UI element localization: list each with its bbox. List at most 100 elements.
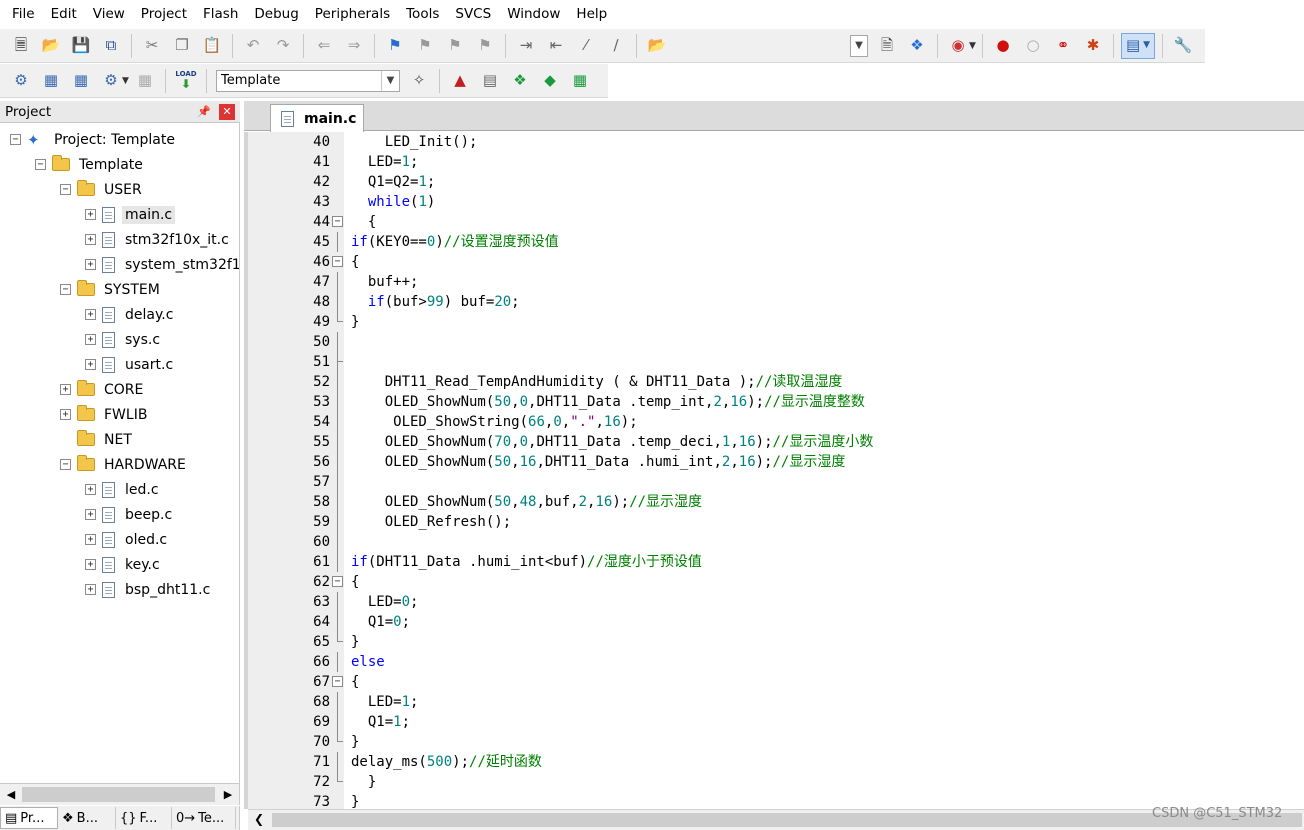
menu-flash[interactable]: Flash: [195, 0, 246, 29]
project-horizontal-scrollbar[interactable]: ◀ ▶: [0, 783, 240, 805]
tree-folder-item[interactable]: − USER: [60, 177, 145, 202]
menu-tools[interactable]: Tools: [398, 0, 447, 29]
code-line[interactable]: 72 }: [248, 772, 1304, 792]
scroll-left-icon[interactable]: ◀: [3, 786, 19, 803]
incremental-find-icon[interactable]: 🗎: [874, 33, 900, 59]
expand-icon[interactable]: +: [85, 584, 96, 595]
tree-folder-item[interactable]: NET: [60, 427, 135, 452]
code-line[interactable]: 69 Q1=1;: [248, 712, 1304, 732]
tree-file-item[interactable]: + usart.c: [85, 352, 176, 377]
tab-templates[interactable]: 0→ Te...: [172, 807, 236, 829]
close-icon[interactable]: ✕: [219, 103, 235, 120]
expand-icon[interactable]: +: [85, 209, 96, 220]
tree-file-item[interactable]: + key.c: [85, 552, 163, 577]
code-line[interactable]: 53 OLED_ShowNum(50,0,DHT11_Data .temp_in…: [248, 392, 1304, 412]
clear-bookmarks-icon[interactable]: ⚑: [472, 33, 498, 59]
collapse-icon[interactable]: −: [60, 184, 71, 195]
configure-icon[interactable]: 🔧: [1170, 33, 1196, 59]
translate-icon[interactable]: ⚙: [8, 68, 34, 94]
cut-icon[interactable]: ✂: [139, 33, 165, 59]
code-line[interactable]: 46−{: [248, 252, 1304, 272]
fold-collapse-icon[interactable]: −: [332, 576, 343, 587]
tree-folder-item[interactable]: − SYSTEM: [60, 277, 163, 302]
code-line[interactable]: 62−{: [248, 572, 1304, 592]
collapse-icon[interactable]: −: [35, 159, 46, 170]
find-in-files-icon[interactable]: 📂: [644, 33, 670, 59]
scroll-left-icon[interactable]: ❮: [254, 812, 264, 826]
tree-file-item[interactable]: + main.c: [85, 202, 176, 227]
undo-icon[interactable]: ↶: [240, 33, 266, 59]
batch-build-icon[interactable]: ⚙: [98, 68, 124, 94]
code-line[interactable]: 47 buf++;: [248, 272, 1304, 292]
uncomment-icon[interactable]: ∕: [603, 33, 629, 59]
new-file-icon[interactable]: 🗏: [8, 33, 34, 59]
navigate-forward-icon[interactable]: ⇒: [341, 33, 367, 59]
navigate-back-icon[interactable]: ⇐: [311, 33, 337, 59]
tree-project-item[interactable]: − ✦ Project: Template: [10, 127, 178, 152]
select-software-packs-icon[interactable]: ◆: [537, 68, 563, 94]
next-bookmark-icon[interactable]: ⚑: [442, 33, 468, 59]
expand-icon[interactable]: +: [85, 484, 96, 495]
fold-collapse-icon[interactable]: −: [332, 256, 343, 267]
tree-folder-item[interactable]: − HARDWARE: [60, 452, 189, 477]
code-line[interactable]: 55 OLED_ShowNum(70,0,DHT11_Data .temp_de…: [248, 432, 1304, 452]
redo-icon[interactable]: ↷: [270, 33, 296, 59]
build-icon[interactable]: ▦: [38, 68, 64, 94]
code-line[interactable]: 48 if(buf>99) buf=20;: [248, 292, 1304, 312]
enable-breakpoint-icon[interactable]: ○: [1020, 33, 1046, 59]
expand-icon[interactable]: +: [85, 334, 96, 345]
bookmark-icon[interactable]: ⚑: [382, 33, 408, 59]
code-line[interactable]: 51: [248, 352, 1304, 372]
code-line[interactable]: 65}: [248, 632, 1304, 652]
tree-file-item[interactable]: + sys.c: [85, 327, 163, 352]
menu-debug[interactable]: Debug: [246, 0, 306, 29]
manage-run-time-icon[interactable]: ❖: [507, 68, 533, 94]
chevron-down-icon[interactable]: ▼: [969, 41, 977, 51]
menu-project[interactable]: Project: [133, 0, 195, 29]
code-line[interactable]: 60: [248, 532, 1304, 552]
tree-folder-item[interactable]: − Template: [35, 152, 146, 177]
tree-file-item[interactable]: + system_stm32f1: [85, 252, 239, 277]
collapse-icon[interactable]: −: [60, 459, 71, 470]
code-line[interactable]: 63 LED=0;: [248, 592, 1304, 612]
tab-functions[interactable]: {} F...: [116, 807, 172, 829]
insert-breakpoint-icon[interactable]: ●: [990, 33, 1016, 59]
menu-help[interactable]: Help: [568, 0, 615, 29]
download-icon[interactable]: LOAD ⬇: [173, 68, 199, 94]
options-for-target-icon[interactable]: ✧: [406, 68, 432, 94]
code-line[interactable]: 41 LED=1;: [248, 152, 1304, 172]
unindent-icon[interactable]: ⇤: [543, 33, 569, 59]
expand-icon[interactable]: +: [85, 534, 96, 545]
scrollbar-thumb[interactable]: [22, 787, 215, 802]
tree-folder-item[interactable]: + CORE: [60, 377, 146, 402]
save-icon[interactable]: 💾: [68, 33, 94, 59]
code-line[interactable]: 59 OLED_Refresh();: [248, 512, 1304, 532]
code-line[interactable]: 71 delay_ms(500);//延时函数: [248, 752, 1304, 772]
code-line[interactable]: 70}: [248, 732, 1304, 752]
editor-horizontal-scrollbar[interactable]: ❮: [248, 809, 1304, 830]
tree-file-item[interactable]: + bsp_dht11.c: [85, 577, 213, 602]
menu-file[interactable]: File: [4, 0, 43, 29]
code-line[interactable]: 44− {: [248, 212, 1304, 232]
find-combo[interactable]: ▼: [850, 34, 868, 57]
collapse-icon[interactable]: −: [60, 284, 71, 295]
code-line[interactable]: 61 if(DHT11_Data .humi_int<buf)//湿度小于预设值: [248, 552, 1304, 572]
expand-icon[interactable]: +: [85, 309, 96, 320]
find-icon[interactable]: ❖: [904, 33, 930, 59]
disable-breakpoints-icon[interactable]: ⚭: [1050, 33, 1076, 59]
kill-breakpoints-icon[interactable]: ✱: [1080, 33, 1106, 59]
fold-collapse-icon[interactable]: −: [332, 676, 343, 687]
menu-view[interactable]: View: [85, 0, 133, 29]
expand-icon[interactable]: +: [85, 509, 96, 520]
tab-books[interactable]: ❖ B...: [58, 807, 116, 829]
open-file-icon[interactable]: 📂: [38, 33, 64, 59]
code-line[interactable]: 58 OLED_ShowNum(50,48,buf,2,16);//显示湿度: [248, 492, 1304, 512]
code-line[interactable]: 56 OLED_ShowNum(50,16,DHT11_Data .humi_i…: [248, 452, 1304, 472]
manage-project-icon[interactable]: ▲: [447, 68, 473, 94]
code-line[interactable]: 49}: [248, 312, 1304, 332]
tree-file-item[interactable]: + beep.c: [85, 502, 175, 527]
code-line[interactable]: 73}: [248, 792, 1304, 809]
expand-icon[interactable]: +: [85, 234, 96, 245]
code-editor[interactable]: 40 LED_Init(); 41 LED=1; 42 Q1=Q2=1; 43 whi…: [244, 132, 1304, 809]
code-line[interactable]: 52 DHT11_Read_TempAndHumidity ( & DHT11_…: [248, 372, 1304, 392]
